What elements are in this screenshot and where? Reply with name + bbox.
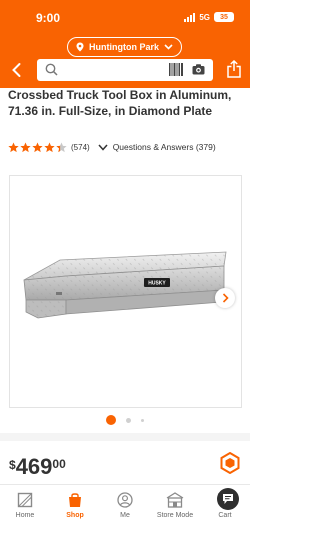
review-count[interactable]: (574) bbox=[71, 143, 90, 152]
nav-shop-label: Shop bbox=[66, 512, 84, 519]
carousel-dot[interactable] bbox=[141, 418, 144, 422]
star-icon bbox=[44, 141, 55, 152]
nav-me-label: Me bbox=[120, 512, 130, 519]
price: $ 469 00 bbox=[9, 456, 66, 478]
price-dollar-sign: $ bbox=[9, 458, 16, 472]
chevron-down-icon bbox=[164, 44, 173, 50]
star-icon bbox=[56, 141, 67, 152]
nav-store-mode[interactable]: Store Mode bbox=[150, 492, 200, 519]
store-icon bbox=[166, 492, 184, 508]
carousel-dot-active[interactable] bbox=[106, 415, 116, 425]
questions-answers-link[interactable]: Questions & Answers (379) bbox=[113, 142, 216, 152]
location-pin-icon bbox=[76, 42, 84, 52]
product-title: Crossbed Truck Tool Box in Aluminum, 71.… bbox=[8, 88, 232, 118]
network-label: 5G bbox=[199, 12, 210, 22]
price-cents: 00 bbox=[52, 457, 66, 471]
section-divider bbox=[0, 433, 250, 441]
store-name: Huntington Park bbox=[89, 42, 159, 52]
nav-home-label: Home bbox=[15, 512, 35, 519]
camera-icon[interactable] bbox=[192, 64, 205, 75]
chevron-right-icon bbox=[222, 293, 229, 303]
price-whole: 469 bbox=[15, 454, 53, 479]
store-selector[interactable]: Huntington Park bbox=[67, 37, 182, 57]
search-icon bbox=[45, 63, 58, 76]
star-icon bbox=[8, 141, 19, 152]
shop-icon bbox=[69, 493, 81, 507]
top-header: 9:00 5G 35 Huntington Park bbox=[0, 0, 250, 88]
product-image: HUSKY bbox=[23, 251, 227, 319]
signal-icon bbox=[184, 12, 196, 22]
barcode-icon[interactable] bbox=[169, 63, 183, 76]
chat-button[interactable] bbox=[217, 488, 239, 510]
hexagon-icon[interactable] bbox=[220, 452, 240, 474]
star-icon bbox=[20, 141, 31, 152]
star-rating[interactable] bbox=[8, 141, 67, 153]
product-image-carousel[interactable]: HUSKY bbox=[9, 175, 242, 408]
back-icon[interactable] bbox=[9, 62, 25, 78]
brand-plate: HUSKY bbox=[148, 281, 166, 287]
carousel-dot[interactable] bbox=[126, 417, 131, 423]
next-image-button[interactable] bbox=[215, 288, 235, 308]
carousel-indicator bbox=[0, 415, 250, 425]
chat-icon bbox=[223, 494, 233, 504]
product-page: 9:00 5G 35 Huntington Park Crossbed Truc… bbox=[0, 0, 250, 541]
nav-cart-label: Cart bbox=[218, 512, 232, 519]
home-icon bbox=[17, 492, 33, 508]
nav-store-label: Store Mode bbox=[156, 512, 194, 519]
search-input[interactable] bbox=[37, 59, 213, 81]
star-icon bbox=[32, 141, 43, 152]
nav-me[interactable]: Me bbox=[100, 492, 150, 519]
chevron-down-icon bbox=[98, 144, 108, 151]
share-icon[interactable] bbox=[227, 60, 241, 78]
status-time: 9:00 bbox=[36, 11, 61, 25]
nav-shop[interactable]: Shop bbox=[50, 492, 100, 519]
nav-home[interactable]: Home bbox=[0, 492, 50, 519]
status-bar: 9:00 5G 35 bbox=[0, 0, 250, 34]
battery-icon: 35 bbox=[214, 12, 234, 22]
bottom-nav: Home Shop Me Store Mode Cart bbox=[0, 484, 250, 541]
person-icon bbox=[117, 492, 133, 508]
status-icons: 5G 35 bbox=[184, 12, 234, 22]
rating-row: (574) Questions & Answers (379) bbox=[8, 140, 216, 154]
